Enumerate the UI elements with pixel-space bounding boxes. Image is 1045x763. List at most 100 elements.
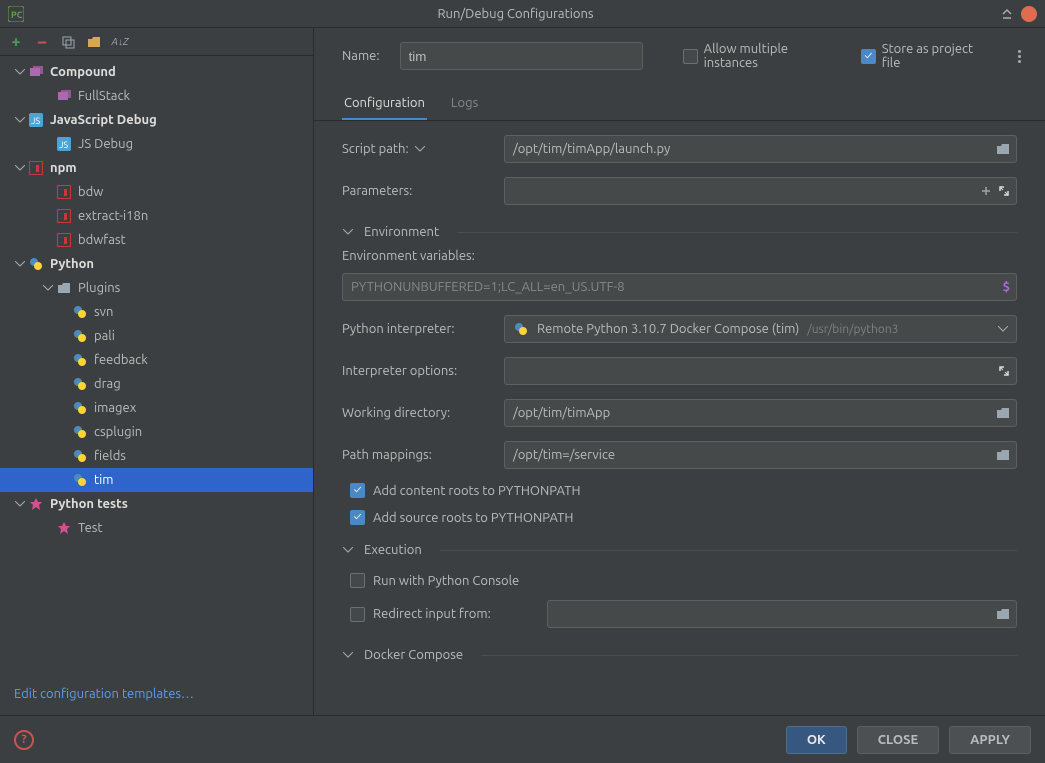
run-python-console-checkbox[interactable]: Run with Python Console — [350, 573, 1017, 588]
npm-icon — [56, 232, 72, 248]
tree-item-svn[interactable]: svn — [0, 300, 313, 324]
config-tree: CompoundFullStackJSJavaScript DebugJSJS … — [0, 56, 313, 677]
workdir-label: Working directory: — [342, 406, 504, 420]
tree-item-feedback[interactable]: feedback — [0, 348, 313, 372]
svg-text:JS: JS — [59, 140, 68, 150]
tree-group-compound[interactable]: Compound — [0, 60, 313, 84]
allow-multiple-checkbox[interactable]: Allow multiple instances — [683, 42, 841, 70]
npm-icon — [56, 208, 72, 224]
expand-icon[interactable] — [998, 365, 1010, 377]
py-icon — [72, 376, 88, 392]
add-content-roots-checkbox[interactable]: Add content roots to PYTHONPATH — [350, 483, 1017, 498]
tabs: Configuration Logs — [314, 88, 1045, 121]
add-param-icon[interactable] — [980, 185, 992, 197]
tree-item-drag[interactable]: drag — [0, 372, 313, 396]
py-icon — [28, 256, 44, 272]
tab-logs[interactable]: Logs — [449, 88, 480, 120]
interpreter-options-input[interactable] — [504, 357, 1017, 385]
close-button[interactable]: CLOSE — [857, 726, 940, 754]
interpreter-options-label: Interpreter options: — [342, 364, 504, 378]
browse-folder-icon[interactable] — [996, 608, 1010, 620]
parameters-input[interactable] — [504, 177, 1017, 205]
tree-item-bdwfast[interactable]: bdwfast — [0, 228, 313, 252]
sidebar-toolbar: + − A↓Z — [0, 28, 313, 56]
chevron-down-icon — [998, 326, 1008, 332]
edit-templates-link[interactable]: Edit configuration templates… — [0, 677, 313, 715]
tree-item-bdw[interactable]: bdw — [0, 180, 313, 204]
add-config-icon[interactable]: + — [8, 34, 24, 50]
tree-item-test[interactable]: Test — [0, 516, 313, 540]
apply-button[interactable]: APPLY — [949, 726, 1031, 754]
sidebar: + − A↓Z CompoundFullStackJSJavaScript De… — [0, 28, 314, 715]
jsdebug-icon: JS — [28, 112, 44, 128]
tree-item-fullstack[interactable]: FullStack — [0, 84, 313, 108]
env-vars-input[interactable]: PYTHONUNBUFFERED=1;LC_ALL=en_US.UTF-8 $ — [342, 273, 1017, 301]
browse-folder-icon[interactable] — [996, 407, 1010, 419]
compound-icon — [56, 88, 72, 104]
jsdebug-icon: JS — [56, 136, 72, 152]
help-icon[interactable]: ? — [14, 730, 34, 750]
pytest-icon — [28, 496, 44, 512]
redirect-input-path[interactable] — [547, 600, 1017, 628]
npm-icon — [56, 184, 72, 200]
allow-multiple-label: Allow multiple instances — [704, 42, 841, 70]
tree-folder-plugins[interactable]: Plugins — [0, 276, 313, 300]
tree-group-npm[interactable]: npm — [0, 156, 313, 180]
svg-text:PC: PC — [11, 10, 23, 20]
remove-config-icon[interactable]: − — [34, 34, 50, 50]
svg-text:JS: JS — [31, 116, 40, 126]
tree-item-extract-i18n[interactable]: extract-i18n — [0, 204, 313, 228]
tree-group-pytests[interactable]: Python tests — [0, 492, 313, 516]
store-project-checkbox[interactable]: Store as project file — [861, 42, 991, 70]
py-icon — [72, 328, 88, 344]
execution-section-header[interactable]: Execution — [342, 537, 1017, 567]
parameters-label: Parameters: — [342, 184, 504, 198]
copy-icon[interactable] — [60, 34, 76, 50]
environment-section-header[interactable]: Environment — [342, 219, 1017, 249]
tree-group-python[interactable]: Python — [0, 252, 313, 276]
footer: ? OK CLOSE APPLY — [0, 715, 1045, 763]
window-title: Run/Debug Configurations — [32, 7, 999, 21]
tree-item-tim[interactable]: tim — [0, 468, 313, 492]
name-label: Name: — [342, 49, 380, 63]
add-source-roots-checkbox[interactable]: Add source roots to PYTHONPATH — [350, 510, 1017, 525]
browse-folder-icon[interactable] — [996, 143, 1010, 155]
interpreter-dropdown[interactable]: Remote Python 3.10.7 Docker Compose (tim… — [504, 315, 1017, 343]
more-options-icon[interactable] — [1011, 50, 1027, 63]
tree-item-jsdebug[interactable]: JSJS Debug — [0, 132, 313, 156]
tree-item-csplugin[interactable]: csplugin — [0, 420, 313, 444]
sort-az-icon[interactable]: A↓Z — [112, 34, 128, 50]
redirect-input-checkbox[interactable] — [350, 607, 365, 622]
env-vars-edit-icon[interactable]: $ — [1003, 280, 1010, 294]
tree-item-pali[interactable]: pali — [0, 324, 313, 348]
npm-icon — [28, 160, 44, 176]
close-icon[interactable] — [1021, 6, 1037, 22]
python-icon — [513, 321, 529, 337]
tree-group-jsdebug[interactable]: JSJavaScript Debug — [0, 108, 313, 132]
titlebar: PC Run/Debug Configurations — [0, 0, 1045, 28]
pytest-icon — [56, 520, 72, 536]
pathmap-input[interactable]: /opt/tim=/service — [504, 441, 1017, 469]
app-icon: PC — [8, 6, 24, 22]
name-input[interactable] — [400, 42, 643, 70]
ok-button[interactable]: OK — [786, 726, 847, 754]
expand-icon[interactable] — [998, 185, 1010, 197]
browse-folder-icon[interactable] — [996, 449, 1010, 461]
tree-item-fields[interactable]: fields — [0, 444, 313, 468]
config-panel: Name: Allow multiple instances Store as … — [314, 28, 1045, 715]
script-path-input[interactable]: /opt/tim/timApp/launch.py — [504, 135, 1017, 163]
redirect-input-label: Redirect input from: — [373, 607, 535, 621]
docker-compose-section-header[interactable]: Docker Compose — [342, 642, 1017, 672]
workdir-input[interactable]: /opt/tim/timApp — [504, 399, 1017, 427]
tree-item-imagex[interactable]: imagex — [0, 396, 313, 420]
tab-configuration[interactable]: Configuration — [342, 88, 427, 120]
script-path-label[interactable]: Script path: — [342, 142, 504, 156]
py-icon — [72, 352, 88, 368]
py-icon — [72, 472, 88, 488]
minimize-icon[interactable] — [999, 6, 1015, 22]
folder-icon — [56, 280, 72, 296]
pathmap-label: Path mappings: — [342, 448, 504, 462]
py-icon — [72, 304, 88, 320]
py-icon — [72, 400, 88, 416]
save-folder-icon[interactable] — [86, 34, 102, 50]
